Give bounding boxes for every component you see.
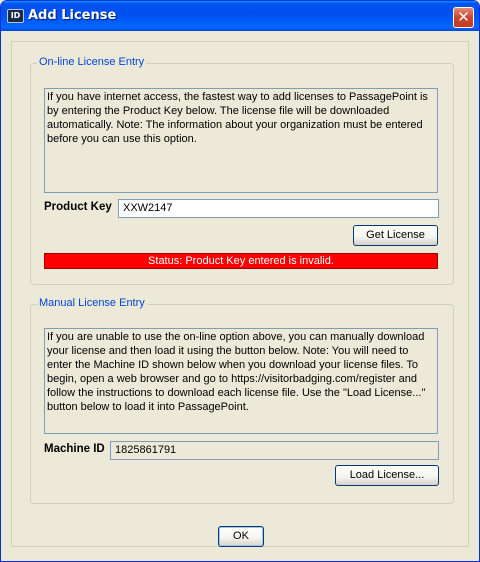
app-id-icon: ID xyxy=(7,9,24,23)
machine-id-field[interactable]: 1825861791 xyxy=(110,441,439,460)
title-bar[interactable]: ID Add License ✕ xyxy=(1,1,479,31)
ok-button[interactable]: OK xyxy=(218,526,264,547)
manual-license-legend: Manual License Entry xyxy=(37,297,147,309)
online-description: If you have internet access, the fastest… xyxy=(44,88,438,193)
online-license-group: On-line License Entry If you have intern… xyxy=(30,56,454,285)
window-title: Add License xyxy=(28,8,117,23)
manual-description: If you are unable to use the on-line opt… xyxy=(44,328,438,434)
add-license-dialog: ID Add License ✕ On-line License Entry I… xyxy=(0,0,480,562)
manual-license-group: Manual License Entry If you are unable t… xyxy=(30,297,454,504)
machine-id-label: Machine ID xyxy=(44,443,105,455)
get-license-button[interactable]: Get License xyxy=(353,225,438,246)
dialog-content: On-line License Entry If you have intern… xyxy=(11,41,469,547)
close-icon[interactable]: ✕ xyxy=(453,7,474,28)
product-key-label: Product Key xyxy=(44,201,112,213)
product-key-input[interactable]: XXW2147 xyxy=(118,199,439,218)
load-license-button[interactable]: Load License... xyxy=(335,465,439,486)
online-license-legend: On-line License Entry xyxy=(37,56,147,68)
status-message: Status: Product Key entered is invalid. xyxy=(44,253,438,269)
